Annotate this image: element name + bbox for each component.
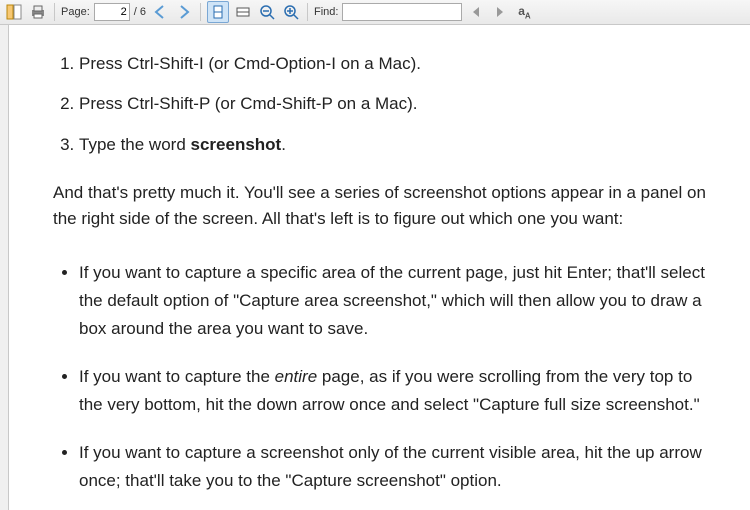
bullet-text: If you want to capture a screenshot only… (79, 443, 702, 490)
step-bold: screenshot (191, 135, 282, 154)
separator (307, 3, 308, 21)
list-item: If you want to capture a screenshot only… (79, 439, 714, 495)
page-label: Page: (61, 6, 90, 18)
page-total: / 6 (134, 6, 146, 18)
find-next-icon[interactable] (490, 2, 510, 22)
step-text-after: . (281, 135, 286, 154)
fit-page-icon[interactable] (207, 1, 229, 23)
list-item: Type the word screenshot. (79, 132, 714, 158)
list-item: If you want to capture a specific area o… (79, 259, 714, 343)
zoom-out-icon[interactable] (257, 2, 277, 22)
paragraph: And that's pretty much it. You'll see a … (53, 180, 714, 233)
list-item: If you want to capture the entire page, … (79, 363, 714, 419)
zoom-in-icon[interactable] (281, 2, 301, 22)
sidebar-toggle-icon[interactable] (4, 2, 24, 22)
fit-width-icon[interactable] (233, 2, 253, 22)
list-item: Press Ctrl-Shift-I (or Cmd-Option-I on a… (79, 51, 714, 77)
step-text: Press Ctrl-Shift-I (or Cmd-Option-I on a… (79, 54, 421, 73)
bullets-list: If you want to capture a specific area o… (53, 259, 714, 495)
find-prev-icon[interactable] (466, 2, 486, 22)
bullet-em: entire (275, 367, 318, 386)
separator (54, 3, 55, 21)
bullet-text: If you want to capture a specific area o… (79, 263, 705, 338)
document-viewer: Press Ctrl-Shift-I (or Cmd-Option-I on a… (0, 25, 750, 510)
step-text: Press Ctrl-Shift-P (or Cmd-Shift-P on a … (79, 94, 418, 113)
document-page: Press Ctrl-Shift-I (or Cmd-Option-I on a… (9, 25, 750, 510)
separator (200, 3, 201, 21)
page-number-input[interactable] (94, 3, 130, 21)
list-item: Press Ctrl-Shift-P (or Cmd-Shift-P on a … (79, 91, 714, 117)
next-page-icon[interactable] (174, 2, 194, 22)
print-icon[interactable] (28, 2, 48, 22)
pdf-toolbar: Page: / 6 Find: aA (0, 0, 750, 25)
find-input[interactable] (342, 3, 462, 21)
find-highlight-icon[interactable]: aA (514, 2, 534, 22)
steps-list: Press Ctrl-Shift-I (or Cmd-Option-I on a… (53, 51, 714, 158)
step-text: Type the word (79, 135, 191, 154)
find-label: Find: (314, 6, 338, 18)
prev-page-icon[interactable] (150, 2, 170, 22)
page-gutter (0, 25, 9, 510)
bullet-text: If you want to capture the (79, 367, 275, 386)
